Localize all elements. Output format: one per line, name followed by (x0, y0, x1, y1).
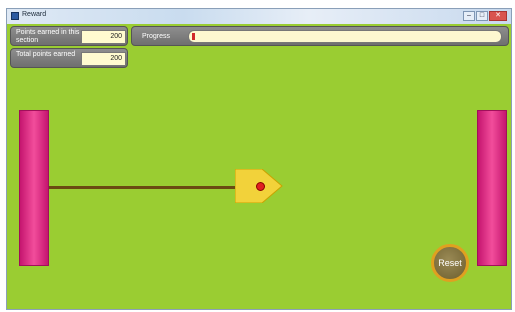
total-points-panel: Total points earned 200 (10, 48, 128, 68)
section-points-value: 200 (81, 30, 126, 44)
progress-fill (192, 33, 195, 40)
app-window: Reward – □ ✕ Points earned in this secti… (6, 8, 512, 310)
right-wall (477, 110, 507, 266)
maximize-button[interactable]: □ (476, 11, 488, 21)
left-wall (19, 110, 49, 266)
progress-panel: Progress (131, 26, 509, 46)
app-icon (11, 12, 19, 20)
close-button[interactable]: ✕ (489, 11, 507, 21)
section-points-panel: Points earned in this section 200 (10, 26, 128, 46)
minimize-button[interactable]: – (463, 11, 475, 21)
section-points-label: Points earned in this section (16, 29, 80, 44)
pointer-rod (49, 186, 237, 189)
game-area: Points earned in this section 200 Total … (7, 24, 511, 309)
total-points-value: 200 (81, 52, 126, 66)
progress-bar (188, 30, 502, 43)
red-dot-marker (256, 182, 265, 191)
window-controls: – □ ✕ (462, 11, 507, 21)
window-title: Reward (22, 11, 47, 18)
progress-label: Progress (142, 33, 171, 40)
reset-button[interactable]: Reset (431, 244, 469, 282)
title-bar: Reward – □ ✕ (7, 9, 511, 25)
total-points-label: Total points earned (16, 51, 76, 58)
